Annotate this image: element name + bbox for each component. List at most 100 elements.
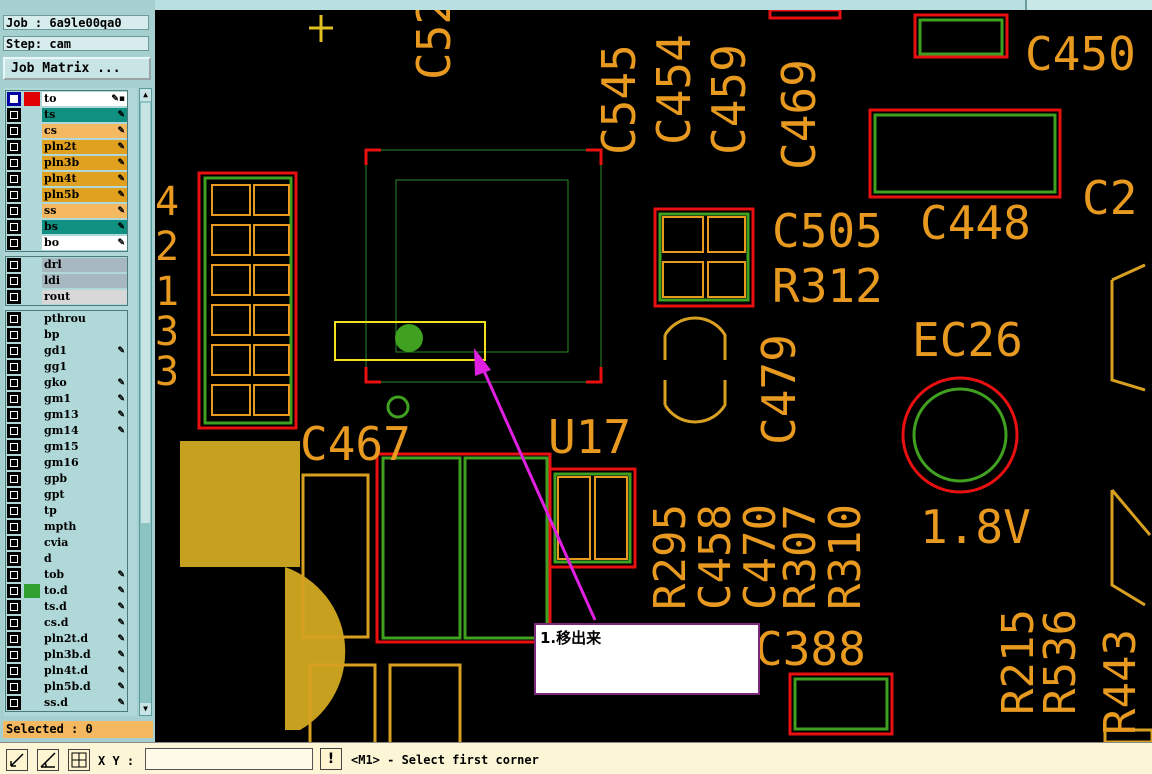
layer-checkbox[interactable] <box>7 632 21 646</box>
layer-checkbox[interactable] <box>7 140 21 154</box>
layer-name[interactable]: pthrou <box>42 312 127 326</box>
layer-row-pln2t-d[interactable]: pln2t.d ✎ <box>6 631 127 647</box>
layer-checkbox[interactable] <box>7 236 21 250</box>
layer-checkbox[interactable] <box>7 456 21 470</box>
layer-checkbox[interactable] <box>7 472 21 486</box>
layer-checkbox[interactable] <box>7 440 21 454</box>
layer-name[interactable]: pln4t.d ✎ <box>42 664 127 678</box>
layer-name[interactable]: gg1 <box>42 360 127 374</box>
layer-row-gpt[interactable]: gpt <box>6 487 127 503</box>
layer-row-cvia[interactable]: cvia <box>6 535 127 551</box>
layer-row-cs-d[interactable]: cs.d ✎ <box>6 615 127 631</box>
layer-checkbox[interactable] <box>7 568 21 582</box>
layer-checkbox[interactable] <box>7 552 21 566</box>
layer-name[interactable]: pln4t ✎ <box>42 172 127 186</box>
layer-name[interactable]: pln2t ✎ <box>42 140 127 154</box>
layer-row-to-d[interactable]: to.d ✎ <box>6 583 127 599</box>
layer-row-drl[interactable]: drl <box>6 257 127 273</box>
layer-name[interactable]: ss ✎ <box>42 204 127 218</box>
layer-row-pln3b[interactable]: pln3b ✎ <box>6 155 127 171</box>
layer-checkbox[interactable] <box>7 328 21 342</box>
layer-name[interactable]: pln3b ✎ <box>42 156 127 170</box>
layer-checkbox[interactable] <box>7 108 21 122</box>
layer-checkbox[interactable] <box>7 584 21 598</box>
layer-name[interactable]: cs ✎ <box>42 124 127 138</box>
layer-row-gg1[interactable]: gg1 <box>6 359 127 375</box>
layer-checkbox[interactable] <box>7 258 21 272</box>
layer-name[interactable]: pln2t.d ✎ <box>42 632 127 646</box>
layer-name[interactable]: tob ✎ <box>42 568 127 582</box>
layer-row-pln4t[interactable]: pln4t ✎ <box>6 171 127 187</box>
layer-row-bs[interactable]: bs ✎ <box>6 219 127 235</box>
layer-name[interactable]: gm15 <box>42 440 127 454</box>
scroll-up-icon[interactable]: ▲ <box>140 89 151 101</box>
layer-name[interactable]: to.d ✎ <box>42 584 127 598</box>
layer-checkbox[interactable] <box>7 424 21 438</box>
xy-input[interactable] <box>145 748 313 770</box>
layer-row-ss[interactable]: ss ✎ <box>6 203 127 219</box>
layer-name[interactable]: drl <box>42 258 127 272</box>
layer-row-gm1[interactable]: gm1 ✎ <box>6 391 127 407</box>
job-matrix-button[interactable]: Job Matrix ... <box>3 57 151 80</box>
layer-checkbox[interactable] <box>7 92 21 106</box>
layer-checkbox[interactable] <box>7 408 21 422</box>
layer-row-d[interactable]: d <box>6 551 127 567</box>
layer-name[interactable]: gm13 ✎ <box>42 408 127 422</box>
layer-name[interactable]: ts.d ✎ <box>42 600 127 614</box>
layer-row-pthrou[interactable]: pthrou <box>6 311 127 327</box>
layer-row-ldi[interactable]: ldi <box>6 273 127 289</box>
alert-icon[interactable]: ! <box>320 748 342 770</box>
layer-checkbox[interactable] <box>7 204 21 218</box>
layer-name[interactable]: ldi <box>42 274 127 288</box>
layer-row-tob[interactable]: tob ✎ <box>6 567 127 583</box>
layer-name[interactable]: rout <box>42 290 127 304</box>
layer-row-pln3b-d[interactable]: pln3b.d ✎ <box>6 647 127 663</box>
layer-row-rout[interactable]: rout <box>6 289 127 305</box>
layer-row-ss-d[interactable]: ss.d ✎ <box>6 695 127 711</box>
layer-row-gm14[interactable]: gm14 ✎ <box>6 423 127 439</box>
layer-row-bp[interactable]: bp <box>6 327 127 343</box>
layer-checkbox[interactable] <box>7 616 21 630</box>
layer-row-pln4t-d[interactable]: pln4t.d ✎ <box>6 663 127 679</box>
layer-checkbox[interactable] <box>7 664 21 678</box>
layer-name[interactable]: pln5b ✎ <box>42 188 127 202</box>
layer-row-ts-d[interactable]: ts.d ✎ <box>6 599 127 615</box>
layer-checkbox[interactable] <box>7 376 21 390</box>
layer-name[interactable]: bp <box>42 328 127 342</box>
layer-checkbox[interactable] <box>7 520 21 534</box>
layer-row-gm13[interactable]: gm13 ✎ <box>6 407 127 423</box>
layer-name[interactable]: gd1 ✎ <box>42 344 127 358</box>
layer-checkbox[interactable] <box>7 220 21 234</box>
measure-tool-icon[interactable] <box>37 749 59 771</box>
layer-checkbox[interactable] <box>7 392 21 406</box>
layer-list-scrollbar[interactable]: ▲ ▼ <box>139 88 152 716</box>
layer-name[interactable]: bo ✎ <box>42 236 127 250</box>
layer-checkbox[interactable] <box>7 274 21 288</box>
layer-checkbox[interactable] <box>7 312 21 326</box>
layer-name[interactable]: to ✎▪ <box>42 92 127 106</box>
layer-name[interactable]: bs ✎ <box>42 220 127 234</box>
layer-name[interactable]: ts ✎ <box>42 108 127 122</box>
layer-name[interactable]: gm1 ✎ <box>42 392 127 406</box>
layer-name[interactable]: cs.d ✎ <box>42 616 127 630</box>
layer-name[interactable]: gpb <box>42 472 127 486</box>
layer-row-gko[interactable]: gko ✎ <box>6 375 127 391</box>
zoom-tool-icon[interactable] <box>6 749 28 771</box>
layer-row-to[interactable]: to ✎▪ <box>6 91 127 107</box>
layer-row-mpth[interactable]: mpth <box>6 519 127 535</box>
layer-row-pln2t[interactable]: pln2t ✎ <box>6 139 127 155</box>
layer-row-gm15[interactable]: gm15 <box>6 439 127 455</box>
layer-name[interactable]: pln3b.d ✎ <box>42 648 127 662</box>
layer-name[interactable]: gm16 <box>42 456 127 470</box>
layer-row-ts[interactable]: ts ✎ <box>6 107 127 123</box>
layer-checkbox[interactable] <box>7 188 21 202</box>
layer-checkbox[interactable] <box>7 648 21 662</box>
layer-checkbox[interactable] <box>7 600 21 614</box>
layer-name[interactable]: gpt <box>42 488 127 502</box>
grid-tool-icon[interactable] <box>68 749 90 771</box>
layer-checkbox[interactable] <box>7 172 21 186</box>
layer-row-bo[interactable]: bo ✎ <box>6 235 127 251</box>
layer-row-tp[interactable]: tp <box>6 503 127 519</box>
layer-name[interactable]: gm14 ✎ <box>42 424 127 438</box>
layer-row-pln5b-d[interactable]: pln5b.d ✎ <box>6 679 127 695</box>
